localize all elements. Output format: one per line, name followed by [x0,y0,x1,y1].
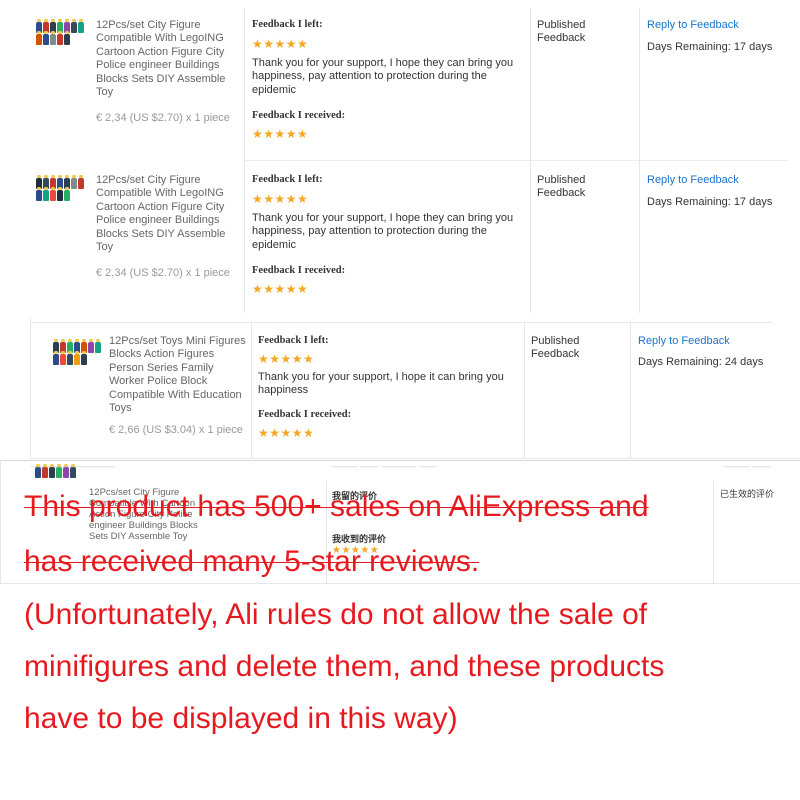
column-divider [639,8,640,160]
faded-store-info: ——— —— ———— —— [331,461,438,471]
column-divider [244,160,245,313]
column-divider [530,160,531,313]
product-thumbnail[interactable] [36,19,84,45]
overlay-notice-line-2: has received many 5-star reviews. [24,545,480,578]
reply-to-feedback-link[interactable]: Reply to Feedback [647,19,739,31]
reply-to-feedback-link[interactable]: Reply to Feedback [647,174,739,186]
column-divider [244,8,245,160]
product-title-link[interactable]: 12Pcs/set City Figure Compatible With Le… [96,19,240,99]
feedback-received-stars: ★★★★★ [258,426,315,440]
feedback-status: Published Feedback [537,19,586,45]
column-divider [630,322,631,458]
feedback-panel-top: 12Pcs/set City Figure Compatible With Le… [0,0,800,313]
product-thumbnail[interactable] [53,339,101,365]
feedback-received-label: 我收到的评价 [332,534,387,544]
product-price: € 2,34 (US $2.70) x 1 piece [96,267,230,279]
feedback-status: Published Feedback [537,174,586,200]
overlay-notice-line-4: minifigures and delete them, and these p… [24,650,665,683]
row-divider [31,322,773,323]
overlay-notice-line-5: have to be displayed in this way) [24,702,458,735]
product-price: € 2,34 (US $2.70) x 1 piece [96,112,230,124]
product-price: € 2,66 (US $3.04) x 1 piece [109,424,243,436]
feedback-received-label: Feedback I received: [252,265,346,276]
column-divider [530,8,531,160]
column-divider [639,160,640,313]
feedback-left-text: Thank you for your support, I hope they … [252,57,514,96]
column-divider [524,322,525,458]
feedback-left-text: Thank you for your support, I hope they … [252,212,514,251]
feedback-received-stars: ★★★★★ [252,282,309,296]
feedback-left-stars: ★★★★★ [252,192,309,206]
feedback-panel-middle: 12Pcs/set Toys Mini Figures Blocks Actio… [30,318,800,459]
feedback-left-text: Thank you for your support, I hope it ca… [258,371,504,397]
feedback-received-label: Feedback I received: [258,409,352,420]
reply-to-feedback-link[interactable]: Reply to Feedback [638,335,730,347]
product-thumbnail[interactable] [36,175,84,201]
column-divider [251,322,252,458]
feedback-received-label: Feedback I received: [252,110,346,121]
feedback-row: 12Pcs/set City Figure Compatible With Le… [0,160,800,313]
product-title-link[interactable]: 12Pcs/set Toys Mini Figures Blocks Actio… [109,335,247,415]
overlay-notice-line-1: This product has 500+ sales on AliExpres… [24,490,649,523]
feedback-row: 12Pcs/set City Figure Compatible With Le… [0,0,800,160]
overlay-notice-line-3: (Unfortunately, Ali rules do not allow t… [24,598,648,631]
faded-order-info: —— ——————— [31,461,115,471]
product-title-link[interactable]: 12Pcs/set City Figure Compatible With Le… [96,174,240,254]
feedback-left-label: Feedback I left: [258,335,329,346]
column-divider [713,481,714,583]
feedback-status: 已生效的评价 [720,489,775,499]
feedback-left-label: Feedback I left: [252,19,323,30]
feedback-left-stars: ★★★★★ [258,352,315,366]
feedback-left-stars: ★★★★★ [252,37,309,51]
feedback-received-stars: ★★★★★ [252,127,309,141]
feedback-status: Published Feedback [531,335,580,361]
days-remaining: Days Remaining: 17 days [647,41,773,53]
feedback-left-label: Feedback I left: [252,174,323,185]
days-remaining: Days Remaining: 17 days [647,196,773,208]
days-remaining: Days Remaining: 24 days [638,356,764,368]
faded-date-info: ——— —— [723,461,771,471]
